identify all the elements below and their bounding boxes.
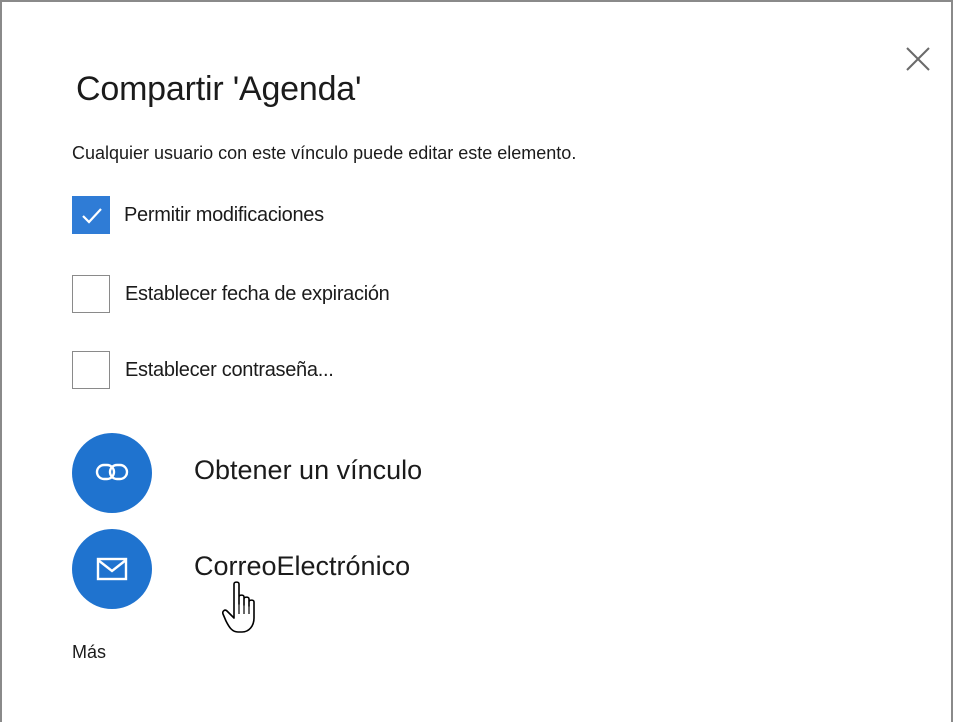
allow-edit-label: Permitir modificaciones [124, 204, 324, 226]
email-label: CorreoElectrónico [194, 551, 411, 581]
get-link-label: Obtener un vínculo [194, 455, 423, 485]
more-link[interactable]: Más [72, 642, 106, 663]
hand-cursor-icon [222, 580, 266, 641]
close-icon [906, 47, 930, 71]
expiration-date-label: Establecer fecha de expiración [125, 283, 390, 305]
checkmark-icon [82, 208, 102, 224]
link-icon [95, 463, 129, 481]
mail-icon [96, 557, 128, 581]
close-button[interactable] [901, 42, 935, 76]
email-circle [72, 529, 152, 609]
share-dialog: Compartir 'Agenda' Cualquier usuario con… [0, 0, 953, 722]
password-checkbox[interactable] [72, 351, 110, 389]
expiration-date-checkbox[interactable] [72, 275, 110, 313]
dialog-title: Compartir 'Agenda' [76, 70, 362, 108]
dialog-description: Cualquier usuario con este vínculo puede… [72, 143, 577, 163]
get-link-circle [72, 433, 152, 513]
allow-edit-checkbox[interactable] [72, 196, 110, 234]
password-label: Establecer contraseña... [125, 359, 334, 381]
